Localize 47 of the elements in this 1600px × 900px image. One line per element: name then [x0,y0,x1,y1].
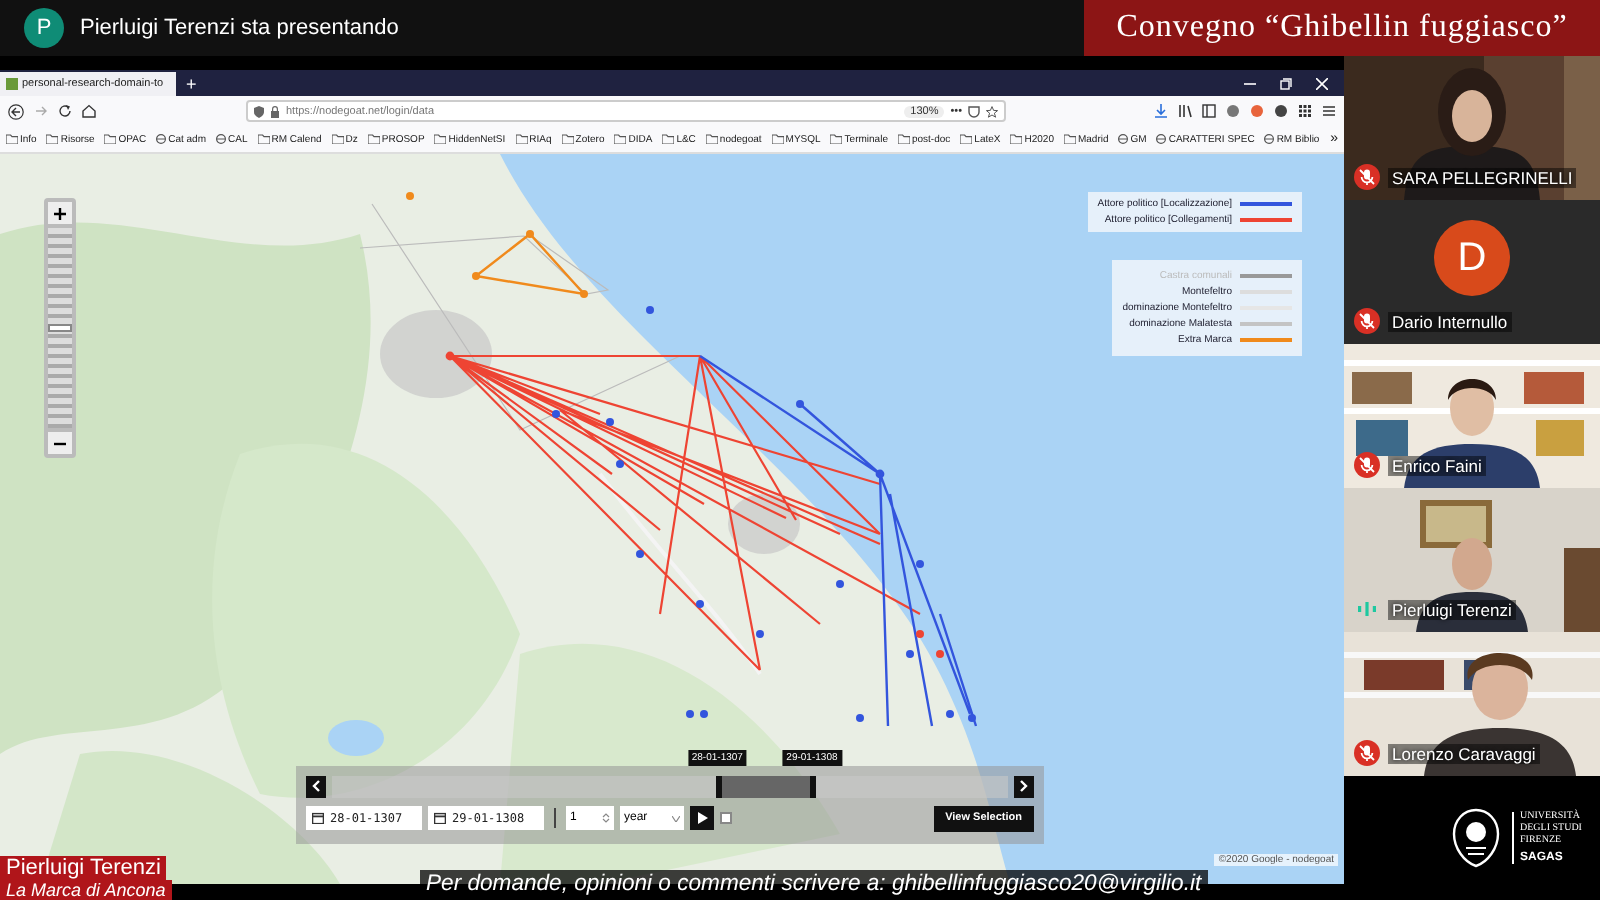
folder-icon [46,134,59,144]
folder-icon [614,134,627,144]
globe-icon [1264,134,1275,144]
back-icon[interactable] [8,103,24,119]
folder-icon [6,134,18,144]
shield-icon [254,105,264,117]
sidebar-icon[interactable] [1202,104,1216,118]
menu-icon[interactable] [1322,104,1336,118]
download-icon[interactable] [1154,104,1168,118]
library-icon[interactable] [1178,104,1192,118]
folder-icon [771,134,784,144]
reload-icon[interactable] [58,104,72,118]
favicon-icon [6,78,18,90]
folder-icon [705,134,718,144]
event-banner: Convegno “Ghibellin fuggiasco” [1084,0,1600,56]
presenter-avatar: P [24,8,64,48]
home-icon[interactable] [82,104,96,118]
folder-icon [1010,134,1023,144]
globe-icon [216,134,227,144]
lock-icon [270,105,280,117]
participant-name: Dario Internullo [1388,311,1512,331]
presenting-status: Pierluigi Terenzi sta presentando [80,16,399,40]
folder-icon [960,134,973,144]
globe-icon [1118,134,1129,144]
new-tab-button[interactable]: + [176,72,207,96]
participant-avatar: D [1434,220,1510,296]
folder-icon [104,134,117,144]
folder-icon [561,134,574,144]
folder-icon [662,134,675,144]
folder-icon [367,134,380,144]
folder-icon [515,134,528,144]
globe-icon [1156,134,1167,144]
participant-name: Enrico Faini [1388,455,1486,475]
university-seal-icon [1450,808,1502,868]
star-icon[interactable] [986,105,998,117]
folder-icon [897,134,910,144]
grid-icon[interactable] [1298,104,1312,118]
folder-icon [331,134,344,144]
talk-title: La Marca di Ancona [0,880,172,900]
folder-icon [257,134,270,144]
folder-icon [434,134,447,144]
folder-icon [830,134,843,144]
minimize-icon[interactable] [1244,78,1256,90]
folder-icon [1063,134,1076,144]
restore-icon[interactable] [1280,78,1292,90]
close-icon[interactable] [1316,78,1328,90]
globe-icon [156,134,167,144]
